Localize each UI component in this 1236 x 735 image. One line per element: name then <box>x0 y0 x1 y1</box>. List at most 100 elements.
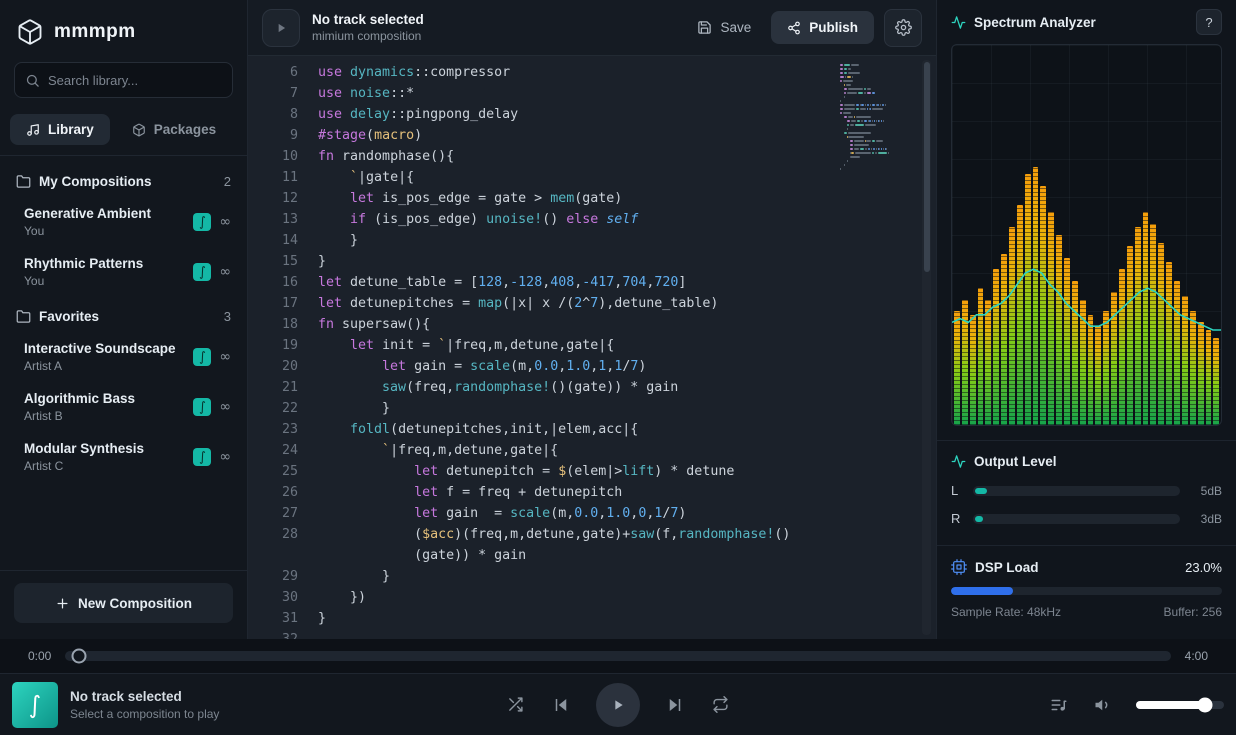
composition-artist: Artist B <box>24 409 185 423</box>
code-content[interactable]: 6use dynamics::compressor7use noise::*8u… <box>248 56 936 639</box>
timeline: 0:00 4:00 <box>0 639 1236 673</box>
code-line: 29 } <box>268 566 936 587</box>
player-track-subtitle: Select a composition to play <box>70 707 219 721</box>
composition-item[interactable]: Algorithmic BassArtist B∫∞ <box>0 382 247 432</box>
new-composition-label: New Composition <box>78 596 192 611</box>
level-meter-right <box>973 514 1180 524</box>
spectrum-analyzer <box>951 44 1222 426</box>
section-header[interactable]: My Compositions 2 <box>0 162 247 197</box>
composition-item[interactable]: Rhythmic PatternsYou∫∞ <box>0 247 247 297</box>
help-button[interactable]: ? <box>1196 9 1222 35</box>
code-line: 16let detune_table = [128,-128,408,-417,… <box>268 272 936 293</box>
code-line: (gate)) * gain <box>268 545 936 566</box>
line-number <box>268 545 298 566</box>
time-current: 0:00 <box>28 649 51 663</box>
scrollbar-thumb[interactable] <box>924 62 930 272</box>
app-name: mmmpm <box>54 21 136 43</box>
header-track-meta: No track selected mimium composition <box>312 12 424 43</box>
integral-icon: ∫ <box>29 691 42 719</box>
line-number: 23 <box>268 419 298 440</box>
line-number: 14 <box>268 230 298 251</box>
composition-item[interactable]: Modular SynthesisArtist C∫∞ <box>0 432 247 482</box>
sidebar-tabs: Library Packages <box>0 110 247 156</box>
search-input[interactable] <box>48 73 224 88</box>
line-number: 7 <box>268 83 298 104</box>
code-line: 6use dynamics::compressor <box>268 62 936 83</box>
code-line: 21 saw(freq,randomphase!()(gate)) * gain <box>268 377 936 398</box>
line-number: 24 <box>268 440 298 461</box>
output-level-section: Output Level L 5dB R 3dB <box>937 440 1236 545</box>
line-number: 11 <box>268 167 298 188</box>
seek-bar[interactable] <box>65 651 1170 661</box>
play-button[interactable] <box>596 683 640 727</box>
code-line: 8use delay::pingpong_delay <box>268 104 936 125</box>
code-line: 23 foldl(detunepitches,init,|elem,acc|{ <box>268 419 936 440</box>
repeat-button[interactable] <box>710 694 731 715</box>
new-composition-button[interactable]: New Composition <box>14 583 233 623</box>
code-line: 24 `|freq,m,detune,gate|{ <box>268 440 936 461</box>
settings-button[interactable] <box>884 9 922 47</box>
section-title: Favorites <box>39 309 99 324</box>
editor-scrollbar[interactable] <box>922 60 931 635</box>
dsp-progress-fill <box>951 587 1013 595</box>
dsp-value: 23.0% <box>1185 560 1222 575</box>
publish-button[interactable]: Publish <box>771 11 874 44</box>
code-line: 9#stage(macro) <box>268 125 936 146</box>
channel-left-label: L <box>951 483 963 498</box>
volume-fill <box>1136 701 1205 709</box>
cpu-icon <box>951 559 967 575</box>
dsp-progress <box>951 587 1222 595</box>
analysis-panel: Spectrum Analyzer ? Output Level L 5dB <box>936 0 1236 639</box>
editor-minimap[interactable] <box>840 64 906 176</box>
section-count: 3 <box>224 309 231 324</box>
composition-item[interactable]: Generative AmbientYou∫∞ <box>0 197 247 247</box>
section-count: 2 <box>224 174 231 189</box>
next-button[interactable] <box>664 694 686 716</box>
plus-icon <box>55 596 70 611</box>
share-icon <box>787 21 801 35</box>
album-art: ∫ <box>12 682 58 728</box>
section-header[interactable]: Favorites 3 <box>0 297 247 332</box>
dsp-title: DSP Load <box>975 560 1039 575</box>
line-number: 16 <box>268 272 298 293</box>
composition-item[interactable]: Interactive SoundscapeArtist A∫∞ <box>0 332 247 382</box>
preview-play-button[interactable] <box>262 9 300 47</box>
code-line: 10fn randomphase(){ <box>268 146 936 167</box>
search-box[interactable] <box>14 62 233 98</box>
shuffle-button[interactable] <box>505 694 526 715</box>
line-number: 22 <box>268 398 298 419</box>
line-number: 19 <box>268 335 298 356</box>
save-icon <box>697 20 712 35</box>
header-track-subtitle: mimium composition <box>312 29 424 43</box>
tab-library[interactable]: Library <box>10 114 110 145</box>
code-line: 17let detunepitches = map(|x| x /(2^7),d… <box>268 293 936 314</box>
code-line: 12 let is_pos_edge = gate > mem(gate) <box>268 188 936 209</box>
volume-icon[interactable] <box>1092 694 1114 716</box>
infinity-icon: ∞ <box>219 349 231 365</box>
composition-title: Generative Ambient <box>24 206 185 221</box>
tab-packages[interactable]: Packages <box>116 114 232 145</box>
composition-artist: Artist C <box>24 459 185 473</box>
line-number: 32 <box>268 629 298 639</box>
section-title: My Compositions <box>39 174 152 189</box>
time-total: 4:00 <box>1185 649 1208 663</box>
top-bar: No track selected mimium composition Sav… <box>248 0 936 56</box>
infinity-icon: ∞ <box>219 264 231 280</box>
app-window: mmmpm Library Packages <box>0 0 1236 735</box>
previous-button[interactable] <box>550 694 572 716</box>
buffer-size: Buffer: 256 <box>1164 605 1223 619</box>
header-track-title: No track selected <box>312 12 424 27</box>
queue-button[interactable] <box>1048 694 1070 716</box>
code-editor[interactable]: 6use dynamics::compressor7use noise::*8u… <box>248 56 936 639</box>
app-logo[interactable]: mmmpm <box>0 0 247 60</box>
level-meter-left <box>973 486 1180 496</box>
save-button[interactable]: Save <box>687 12 761 43</box>
volume-knob[interactable] <box>1197 697 1212 712</box>
line-number: 29 <box>268 566 298 587</box>
seek-knob[interactable] <box>71 649 86 664</box>
output-level-title: Output Level <box>974 454 1057 469</box>
gear-icon <box>895 19 912 36</box>
volume-slider[interactable] <box>1136 701 1224 709</box>
folder-icon <box>16 309 31 324</box>
line-number: 27 <box>268 503 298 524</box>
